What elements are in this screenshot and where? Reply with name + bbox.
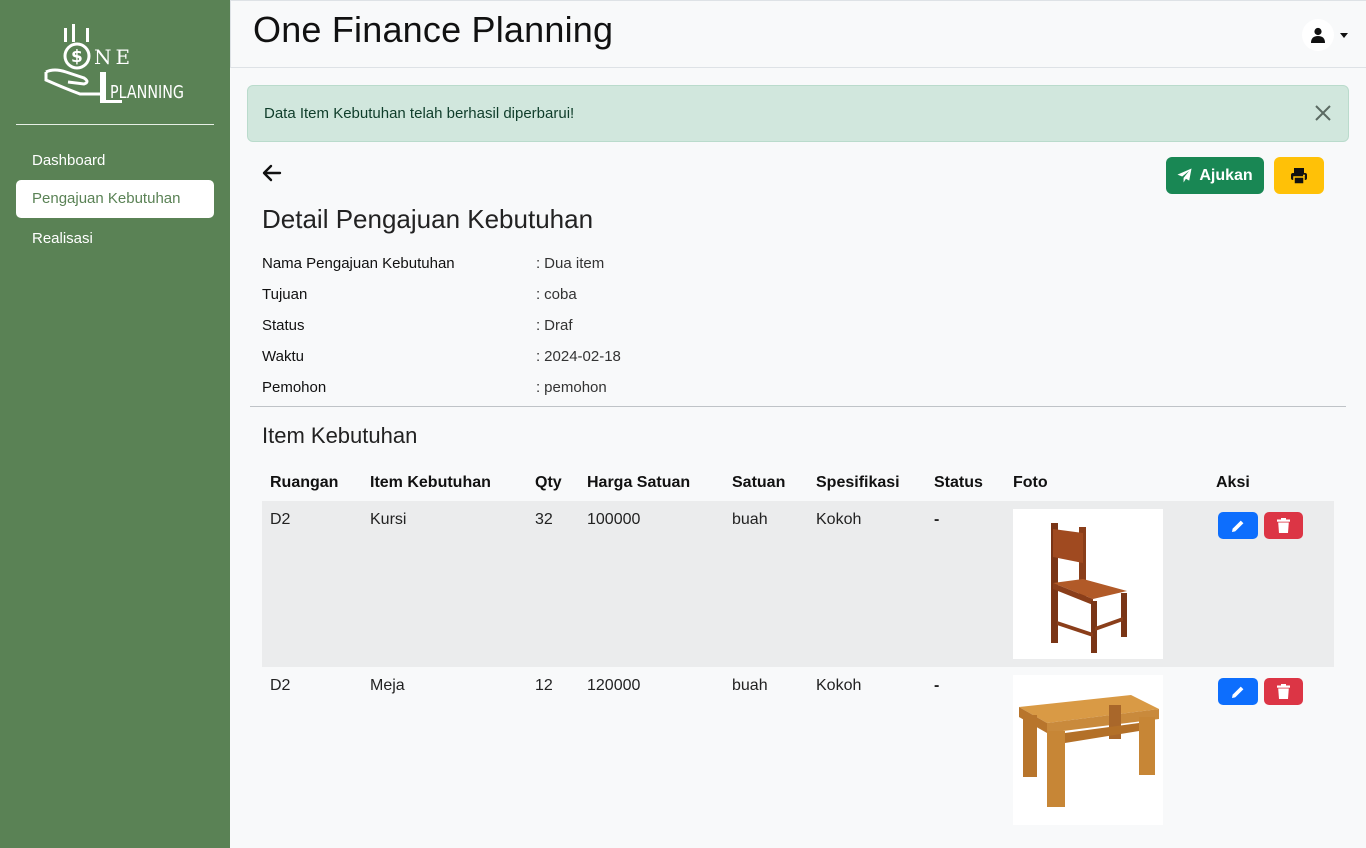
print-button[interactable]	[1274, 157, 1324, 194]
detail-value: : pemohon	[536, 379, 607, 396]
delete-button[interactable]	[1264, 512, 1303, 539]
detail-value: : Dua item	[536, 255, 605, 272]
detail-label: Waktu	[262, 348, 304, 365]
column-header: Harga Satuan	[587, 474, 691, 491]
column-header: Ruangan	[270, 474, 339, 491]
section-divider	[250, 406, 1346, 407]
detail-label: Nama Pengajuan Kebutuhan	[262, 255, 455, 272]
detail-label: Pemohon	[262, 379, 327, 396]
arrow-left-icon[interactable]	[260, 161, 284, 185]
table-row: D2 Meja 12 120000 buah Kokoh -	[262, 667, 1334, 833]
detail-value-text: pemohon	[544, 379, 607, 396]
detail-label: Status	[262, 317, 305, 334]
table-header: Ruangan Item Kebutuhan Qty Harga Satuan …	[262, 465, 1334, 501]
column-header: Satuan	[732, 474, 786, 491]
cell-spesifikasi: Kokoh	[816, 511, 862, 528]
detail-value: :2024-02-18	[536, 348, 621, 365]
cell-status: -	[934, 511, 940, 528]
chevron-down-icon	[1340, 32, 1348, 38]
table-image	[1019, 695, 1159, 807]
cell-harga: 100000	[587, 511, 641, 528]
sidebar-item-dashboard[interactable]: Dashboard	[16, 142, 214, 180]
cell-qty: 32	[535, 511, 553, 528]
cell-satuan: buah	[732, 677, 768, 694]
column-header: Item Kebutuhan	[370, 474, 491, 491]
items-table: Ruangan Item Kebutuhan Qty Harga Satuan …	[262, 465, 1334, 833]
printer-icon	[1291, 167, 1307, 185]
paper-plane-icon	[1177, 168, 1192, 183]
trash-icon	[1277, 684, 1290, 699]
detail-value: : Draf	[536, 317, 573, 334]
sidebar-item-pengajuan-kebutuhan[interactable]: Pengajuan Kebutuhan	[16, 180, 214, 218]
logo: $ NE PLANNING	[44, 24, 184, 103]
column-header: Aksi	[1216, 474, 1250, 491]
delete-button[interactable]	[1264, 678, 1303, 705]
cell-item: Kursi	[370, 511, 407, 528]
detail-label: Tujuan	[262, 286, 308, 303]
detail-value-text: Draf	[544, 317, 573, 334]
app-title: One Finance Planning	[253, 9, 614, 50]
cell-harga: 120000	[587, 677, 641, 694]
cell-spesifikasi: Kokoh	[816, 677, 862, 694]
edit-button[interactable]	[1218, 512, 1258, 539]
detail-value-text: Dua item	[544, 255, 605, 272]
column-header: Status	[934, 474, 983, 491]
detail-value: : coba	[536, 286, 577, 303]
success-alert: Data Item Kebutuhan telah berhasil diper…	[247, 85, 1349, 142]
close-icon[interactable]	[1314, 104, 1332, 122]
column-header: Spesifikasi	[816, 474, 900, 491]
user-menu[interactable]	[1302, 19, 1348, 51]
submit-button-label: Ajukan	[1199, 166, 1253, 184]
sidebar: $ NE PLANNING Dashboard Pengajuan Kebutu…	[0, 0, 230, 848]
column-header: Qty	[535, 474, 562, 491]
cell-qty: 12	[535, 677, 553, 694]
edit-button[interactable]	[1218, 678, 1258, 705]
avatar	[1302, 19, 1334, 51]
pencil-icon	[1232, 520, 1244, 532]
submit-button[interactable]: Ajukan	[1166, 157, 1264, 194]
page-title: Detail Pengajuan Kebutuhan	[262, 204, 594, 234]
cell-status: -	[934, 677, 940, 694]
alert-message: Data Item Kebutuhan telah berhasil diper…	[264, 105, 575, 122]
cell-ruangan: D2	[270, 511, 291, 528]
detail-value-text: coba	[544, 286, 577, 303]
svg-text:PLANNING: PLANNING	[110, 82, 184, 103]
cell-item: Meja	[370, 677, 405, 694]
cell-satuan: buah	[732, 511, 768, 528]
section-title: Item Kebutuhan	[262, 423, 418, 448]
trash-icon	[1277, 518, 1290, 533]
cell-ruangan: D2	[270, 677, 291, 694]
svg-text:NE: NE	[94, 45, 134, 69]
detail-value-text: 2024-02-18	[544, 348, 621, 365]
pencil-icon	[1232, 686, 1244, 698]
item-photo-chair	[1013, 509, 1163, 659]
column-header: Foto	[1013, 474, 1048, 491]
svg-text:$: $	[71, 47, 83, 67]
chair-image	[1051, 523, 1127, 653]
user-icon	[1311, 27, 1325, 43]
sidebar-divider	[16, 124, 214, 125]
top-header: One Finance Planning	[230, 0, 1366, 68]
sidebar-item-realisasi[interactable]: Realisasi	[16, 220, 214, 258]
item-photo-table	[1013, 675, 1163, 825]
table-row: D2 Kursi 32 100000 buah Kokoh -	[262, 501, 1334, 667]
